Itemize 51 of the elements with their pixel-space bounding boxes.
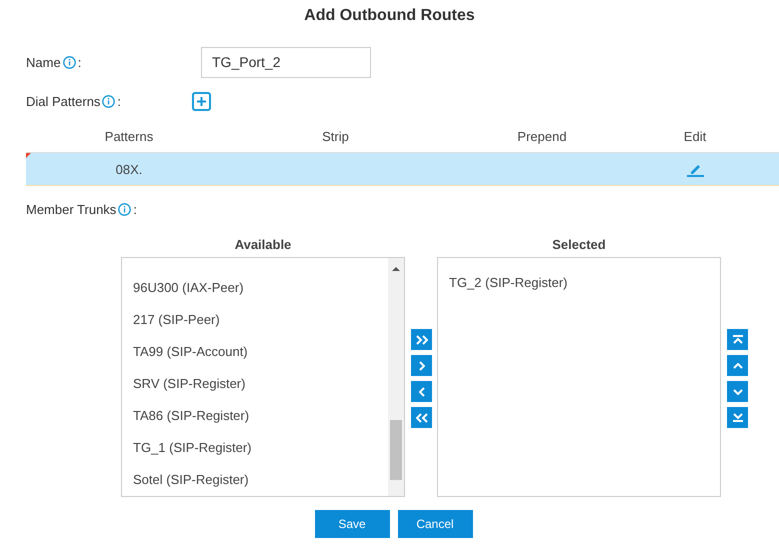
chevron-down-button[interactable] bbox=[727, 381, 748, 402]
column-header: Edit bbox=[684, 128, 706, 144]
double-chevron-right-icon bbox=[416, 334, 428, 344]
list-item[interactable]: SRV (SIP-Register) bbox=[133, 368, 388, 400]
chevron-left-button[interactable] bbox=[411, 381, 432, 402]
double-chevron-left-button[interactable] bbox=[411, 407, 432, 428]
column-header: Patterns bbox=[104, 128, 154, 144]
plus-icon bbox=[196, 96, 207, 106]
name-input[interactable]: TG_Port_2 bbox=[201, 46, 371, 78]
list-heading: Available bbox=[234, 236, 292, 254]
chevron-down-icon bbox=[732, 388, 742, 394]
move-top-button[interactable] bbox=[727, 329, 748, 350]
info-icon[interactable] bbox=[118, 202, 132, 216]
move-bottom-icon bbox=[732, 413, 742, 422]
corner-marker bbox=[26, 153, 31, 158]
column-header: Prepend bbox=[517, 128, 567, 144]
scrollbar-thumb[interactable] bbox=[390, 420, 402, 480]
column-header: Strip bbox=[322, 128, 349, 144]
colon: : bbox=[117, 94, 122, 108]
double-chevron-right-button[interactable] bbox=[411, 329, 432, 350]
table-row[interactable]: 08X. bbox=[26, 153, 779, 186]
field-label: Member Trunks bbox=[26, 202, 116, 216]
scroll-up-icon[interactable] bbox=[392, 267, 400, 271]
list-item[interactable]: TA86 (SIP-Register) bbox=[133, 400, 388, 432]
cancel-button[interactable]: Cancel bbox=[398, 510, 472, 538]
scrollbar[interactable] bbox=[388, 258, 404, 496]
chevron-right-icon bbox=[418, 360, 424, 370]
save-button[interactable]: Save bbox=[314, 510, 390, 538]
colon: : bbox=[133, 202, 137, 216]
chevron-right-button[interactable] bbox=[411, 355, 432, 376]
list-item[interactable]: TG_1 (SIP-Register) bbox=[133, 432, 388, 464]
info-icon[interactable] bbox=[62, 56, 76, 68]
list-item[interactable]: TG_2 (SIP-Register) bbox=[449, 267, 568, 299]
info-icon[interactable] bbox=[102, 94, 116, 108]
chevron-up-button[interactable] bbox=[727, 355, 748, 376]
list-item[interactable]: TA99 (SIP-Account) bbox=[133, 336, 388, 368]
move-bottom-button[interactable] bbox=[727, 407, 748, 428]
move-top-icon bbox=[732, 335, 742, 344]
list-item[interactable]: Sotel (SIP-Register) bbox=[133, 464, 388, 496]
page-title: Add Outbound Routes bbox=[303, 6, 476, 26]
list-item[interactable]: 217 (SIP-Peer) bbox=[133, 304, 388, 336]
colon: : bbox=[78, 54, 82, 70]
chevron-up-icon bbox=[732, 362, 742, 368]
table-cell: 08X. bbox=[116, 162, 142, 176]
double-chevron-left-icon bbox=[416, 412, 428, 422]
field-label: Dial Patterns bbox=[26, 94, 100, 108]
add-button[interactable] bbox=[192, 92, 211, 110]
list-heading: Selected bbox=[551, 236, 607, 254]
chevron-left-icon bbox=[418, 386, 424, 396]
list-item[interactable]: 96U300 (IAX-Peer) bbox=[133, 272, 388, 304]
field-label: Name bbox=[26, 54, 61, 70]
